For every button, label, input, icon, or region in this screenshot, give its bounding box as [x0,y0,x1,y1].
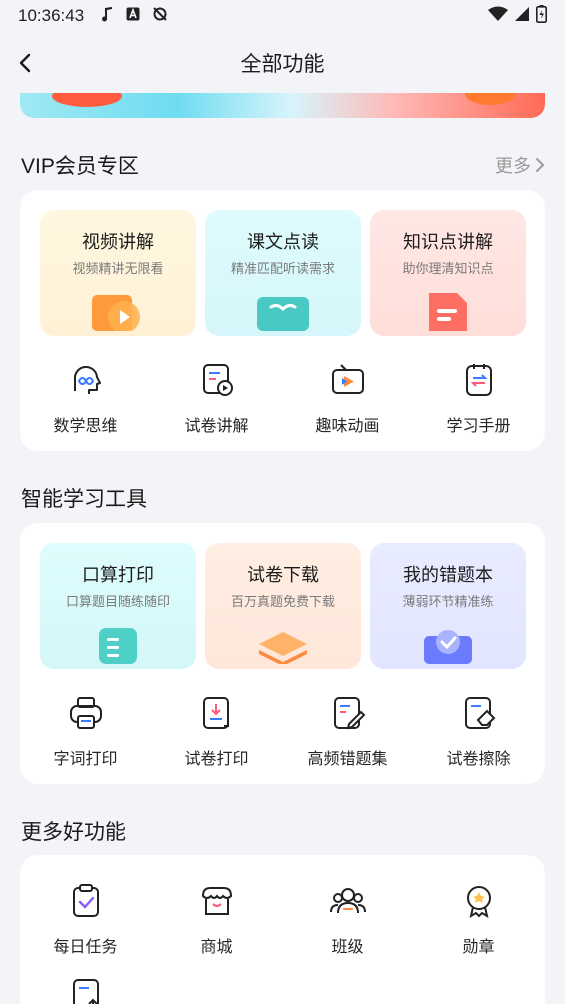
grid-label: 字词打印 [53,751,118,768]
grid-study-handbook[interactable]: 学习手册 [413,360,544,436]
tile-subtitle: 百万真题免费下载 [230,594,335,609]
sync-off-icon [152,6,168,27]
tile-title: 试卷下载 [247,565,319,585]
grid-next-item[interactable] [20,975,151,1004]
music-note-icon [100,6,114,27]
group-icon [328,881,368,921]
page-title: 全部功能 [240,53,325,76]
grid-label: 高频错题集 [307,751,388,768]
grid-label: 数学思维 [53,418,118,435]
notepad-icon [93,624,143,669]
chevron-right-icon [536,158,545,172]
tools-card: 口算打印 口算题目随练随印 试卷下载 百万真题免费下载 我的错题本 薄弱环节精准… [20,523,545,784]
grid-paper-explain[interactable]: 试卷讲解 [151,360,282,436]
tile-subtitle: 薄弱环节精准练 [402,594,494,609]
tile-title: 课文点读 [247,232,319,252]
grid-class[interactable]: 班级 [282,881,413,957]
grid-paper-print[interactable]: 试卷打印 [151,693,282,769]
vip-more-link[interactable]: 更多 [495,152,545,178]
status-bar: 10:36:43 [0,0,565,32]
paper-play-icon [197,360,237,400]
grid-label: 趣味动画 [315,418,380,435]
grid-label: 试卷擦除 [446,751,511,768]
text-a-icon [126,6,140,26]
tile-subtitle: 助你理清知识点 [402,261,494,276]
banner-decoration [52,93,122,107]
grid-medal[interactable]: 勋章 [413,881,544,957]
clipboard-check-icon [66,881,106,921]
paper-edit-icon [328,693,368,733]
tile-title: 口算打印 [82,565,154,585]
stack-layers-icon [253,624,313,669]
shop-icon [197,881,237,921]
tile-title: 视频讲解 [82,232,154,252]
tile-knowledge-explain[interactable]: 知识点讲解 助你理清知识点 [370,210,526,336]
grid-label: 班级 [331,939,364,956]
tile-paper-download[interactable]: 试卷下载 百万真题免费下载 [205,543,361,669]
tools-section-title: 智能学习工具 [21,488,147,511]
printer-icon [66,693,106,733]
promo-banner[interactable] [20,93,545,118]
battery-icon [536,4,547,28]
tile-subtitle: 视频精讲无限看 [72,261,164,276]
eraser-icon [459,693,499,733]
open-book-icon [253,291,313,336]
vip-section-title: VIP会员专区 [21,155,139,178]
more-features-section-title: 更多好功能 [21,821,126,844]
grid-label: 试卷讲解 [184,418,249,435]
grid-frequent-mistakes[interactable]: 高频错题集 [282,693,413,769]
infinity-head-icon [66,360,106,400]
tv-play-icon [328,360,368,400]
handbook-icon [459,360,499,400]
grid-word-print[interactable]: 字词打印 [20,693,151,769]
grid-math-thinking[interactable]: 数学思维 [20,360,151,436]
nav-bar: 全部功能 [0,40,565,86]
grid-label: 每日任务 [53,939,118,956]
vip-card: 视频讲解 视频精讲无限看 课文点读 精准匹配听读需求 知识点讲解 助你理清知识点… [20,190,545,451]
video-play-icon [88,291,148,336]
tile-video-explain[interactable]: 视频讲解 视频精讲无限看 [40,210,196,336]
medal-icon [459,881,499,921]
wifi-icon [488,6,508,27]
tile-my-mistakes[interactable]: 我的错题本 薄弱环节精准练 [370,543,526,669]
grid-label: 试卷打印 [184,751,249,768]
status-time: 10:36:43 [18,6,85,25]
grid-shop[interactable]: 商城 [151,881,282,957]
grid-label: 商城 [200,939,233,956]
more-features-card: 每日任务 商城 班级 勋章 [20,855,545,1004]
signal-icon [514,6,530,27]
tile-title: 知识点讲解 [403,232,493,252]
more-label: 更多 [495,156,531,176]
folder-check-icon [420,624,476,669]
chevron-left-icon [19,53,31,73]
paper-print-icon [197,693,237,733]
document-icon [423,291,473,336]
grid-label: 勋章 [462,939,495,956]
tile-subtitle: 精准匹配听读需求 [230,261,335,276]
grid-daily-task[interactable]: 每日任务 [20,881,151,957]
paper-upload-icon [66,975,106,1004]
tile-text-read[interactable]: 课文点读 精准匹配听读需求 [205,210,361,336]
back-button[interactable] [10,48,40,78]
grid-paper-erase[interactable]: 试卷擦除 [413,693,544,769]
tile-subtitle: 口算题目随练随印 [65,594,170,609]
grid-label: 学习手册 [446,418,511,435]
banner-decoration [465,93,515,105]
grid-fun-animation[interactable]: 趣味动画 [282,360,413,436]
tile-title: 我的错题本 [403,565,493,585]
tile-mental-math-print[interactable]: 口算打印 口算题目随练随印 [40,543,196,669]
